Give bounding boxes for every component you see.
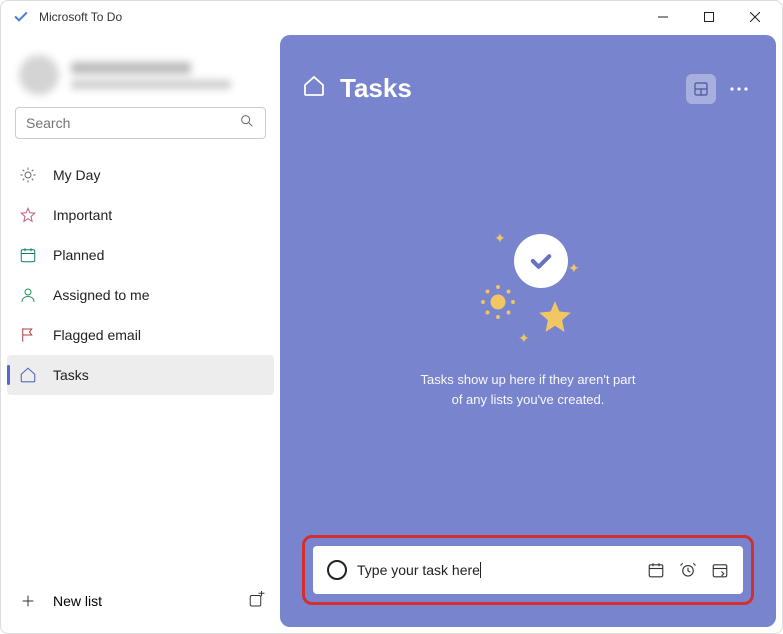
search-icon — [239, 113, 255, 134]
sidebar-item-my-day[interactable]: My Day — [1, 155, 280, 195]
sidebar-item-assigned[interactable]: Assigned to me — [1, 275, 280, 315]
new-list-label: New list — [53, 593, 102, 609]
sidebar-item-label: Flagged email — [53, 327, 141, 343]
page-title: Tasks — [340, 73, 412, 104]
star-icon — [19, 206, 37, 224]
sun-decoration — [480, 284, 516, 325]
task-input-highlight: Type your task here — [302, 535, 754, 605]
add-task-box[interactable]: Type your task here — [313, 546, 743, 594]
sidebar-item-flagged[interactable]: Flagged email — [1, 315, 280, 355]
sidebar-item-important[interactable]: Important — [1, 195, 280, 235]
person-icon — [19, 286, 37, 304]
avatar — [19, 55, 59, 95]
text-cursor — [480, 562, 481, 578]
sidebar-item-planned[interactable]: Planned — [1, 235, 280, 275]
empty-state: ✦ ✦ ✦ Tasks show up here if they aren't … — [302, 104, 754, 535]
window-controls — [640, 1, 778, 33]
search-input[interactable] — [26, 115, 239, 131]
star-decoration — [536, 298, 574, 341]
plus-icon — [19, 592, 37, 610]
check-icon — [514, 234, 568, 288]
home-icon — [302, 74, 326, 103]
close-button[interactable] — [732, 1, 778, 33]
sidebar: My Day Important Planned Assigned to me — [1, 33, 280, 633]
due-date-icon[interactable] — [647, 561, 665, 579]
reminder-icon[interactable] — [679, 561, 697, 579]
new-list-button[interactable]: New list — [19, 592, 102, 610]
flag-icon — [19, 326, 37, 344]
sidebar-item-label: Important — [53, 207, 112, 223]
sidebar-item-label: My Day — [53, 167, 100, 183]
repeat-icon[interactable] — [711, 561, 729, 579]
user-profile[interactable] — [1, 37, 280, 107]
empty-state-text: Tasks show up here if they aren't part o… — [421, 370, 636, 409]
search-box[interactable] — [15, 107, 266, 139]
calendar-icon — [19, 246, 37, 264]
sidebar-item-label: Assigned to me — [53, 287, 150, 303]
main-panel: Tasks ✦ ✦ ✦ — [280, 35, 776, 627]
circle-icon — [327, 560, 347, 580]
main-header: Tasks — [302, 73, 754, 104]
new-group-icon[interactable] — [248, 591, 266, 612]
nav-list: My Day Important Planned Assigned to me — [1, 147, 280, 395]
more-options-button[interactable] — [724, 74, 754, 104]
sidebar-item-label: Tasks — [53, 367, 89, 383]
home-icon — [19, 366, 37, 384]
minimize-button[interactable] — [640, 1, 686, 33]
window-titlebar: Microsoft To Do — [1, 1, 782, 33]
sidebar-item-label: Planned — [53, 247, 104, 263]
app-icon — [13, 9, 29, 25]
sun-icon — [19, 166, 37, 184]
maximize-button[interactable] — [686, 1, 732, 33]
suggestions-button[interactable] — [686, 74, 716, 104]
task-input-text[interactable]: Type your task here — [357, 562, 480, 578]
empty-illustration: ✦ ✦ ✦ — [458, 230, 598, 360]
sidebar-item-tasks[interactable]: Tasks — [7, 355, 274, 395]
window-title: Microsoft To Do — [39, 10, 640, 24]
